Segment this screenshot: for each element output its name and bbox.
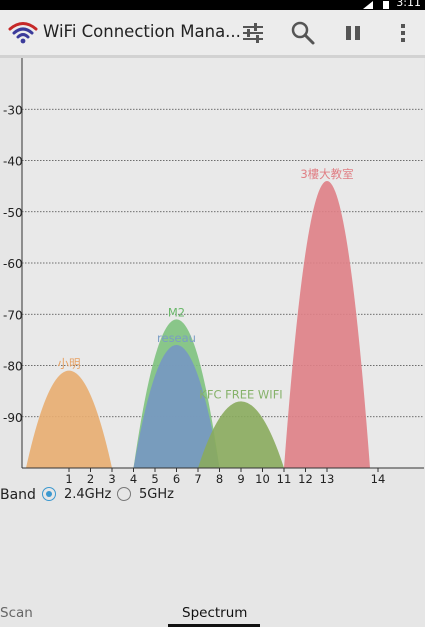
x-tick-label: 6 xyxy=(173,472,180,486)
radio-24ghz-label[interactable]: 2.4GHz xyxy=(64,487,111,502)
spectrum-chart: -30 -40 -50 -60 -70 -80 -90 小明 M2 reseau KFC FREE… xyxy=(3,58,424,486)
y-tick-label: -80 xyxy=(3,360,23,374)
y-tick-label: -40 xyxy=(3,155,23,169)
x-tick-label: 2 xyxy=(87,472,94,486)
wifi-icon xyxy=(8,22,38,44)
pause-icon[interactable] xyxy=(340,20,366,46)
tab-bar: Scan Spectrum xyxy=(0,598,425,627)
x-tick-label: 1 xyxy=(65,472,72,486)
network-label-3: KFC FREE WIFI xyxy=(199,387,282,401)
status-time: 3:11 xyxy=(396,0,421,9)
tab-spectrum[interactable]: Spectrum xyxy=(182,605,247,621)
network-label-1: M2 xyxy=(168,305,185,319)
battery-icon xyxy=(383,1,389,9)
band-selector: Band 2.4GHz 5GHz xyxy=(0,486,425,506)
action-bar: WiFi Connection Mana... xyxy=(0,10,425,56)
x-tick-label: 8 xyxy=(216,472,223,486)
band-label: Band xyxy=(0,487,36,503)
y-tick-label: -60 xyxy=(3,257,23,271)
spectrum-chart-area: -30 -40 -50 -60 -70 -80 -90 小明 M2 reseau KFC FREE… xyxy=(0,58,425,503)
x-tick-label: 13 xyxy=(320,472,335,486)
x-tick-label: 5 xyxy=(151,472,158,486)
network-label-4: 3樓大教室 xyxy=(300,167,353,181)
x-tick-label: 11 xyxy=(277,472,292,486)
x-tick-label: 14 xyxy=(371,472,386,486)
x-tick-label: 12 xyxy=(298,472,313,486)
y-tick-label: -90 xyxy=(3,411,23,425)
search-icon[interactable] xyxy=(290,20,316,46)
x-tick-label: 4 xyxy=(130,472,137,486)
sliders-icon[interactable] xyxy=(240,20,266,46)
overflow-menu-icon[interactable] xyxy=(390,20,416,46)
tab-scan[interactable]: Scan xyxy=(0,605,33,621)
x-tick-label: 3 xyxy=(108,472,115,486)
y-tick-label: -50 xyxy=(3,206,23,220)
x-tick-label: 10 xyxy=(255,472,270,486)
radio-24ghz[interactable] xyxy=(42,487,56,501)
app-title: WiFi Connection Mana... xyxy=(43,22,241,41)
x-tick-label: 7 xyxy=(194,472,201,486)
x-tick-label: 9 xyxy=(237,472,244,486)
y-tick-label: -30 xyxy=(3,103,23,117)
network-label-2: reseau xyxy=(157,331,196,345)
status-bar: 3:11 xyxy=(0,0,425,10)
network-label-0: 小明 xyxy=(58,357,81,371)
y-tick-label: -70 xyxy=(3,308,23,322)
signal-icon xyxy=(363,1,373,9)
radio-5ghz[interactable] xyxy=(117,487,131,501)
radio-5ghz-label[interactable]: 5GHz xyxy=(139,487,174,502)
